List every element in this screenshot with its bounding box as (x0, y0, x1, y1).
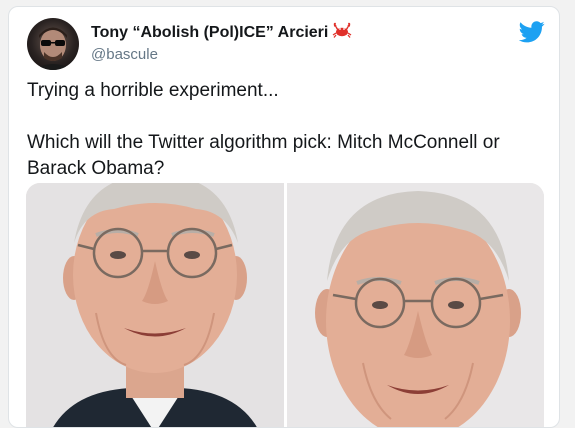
avatar[interactable] (27, 18, 79, 70)
photo-right[interactable] (286, 183, 544, 427)
tweet-card[interactable]: Tony “Abolish (Pol)ICE” Arcieri @bascule… (8, 6, 560, 428)
tweet-text-line-2: Which will the Twitter algorithm pick: M… (27, 132, 500, 179)
tweet-text: Trying a horrible experiment... Which wi… (27, 78, 547, 182)
photo-left[interactable] (26, 183, 284, 427)
author-name[interactable]: Tony “Abolish (Pol)ICE” Arcieri (91, 24, 328, 42)
twitter-bird-icon[interactable] (518, 21, 545, 43)
crab-emoji-icon (332, 22, 352, 43)
author-name-row[interactable]: Tony “Abolish (Pol)ICE” Arcieri (91, 22, 352, 43)
author-handle[interactable]: @bascule (91, 46, 352, 63)
tweet-author: Tony “Abolish (Pol)ICE” Arcieri @bascule (91, 22, 352, 63)
tweet-text-line-1: Trying a horrible experiment... (27, 80, 279, 101)
tweet-media (26, 183, 544, 427)
